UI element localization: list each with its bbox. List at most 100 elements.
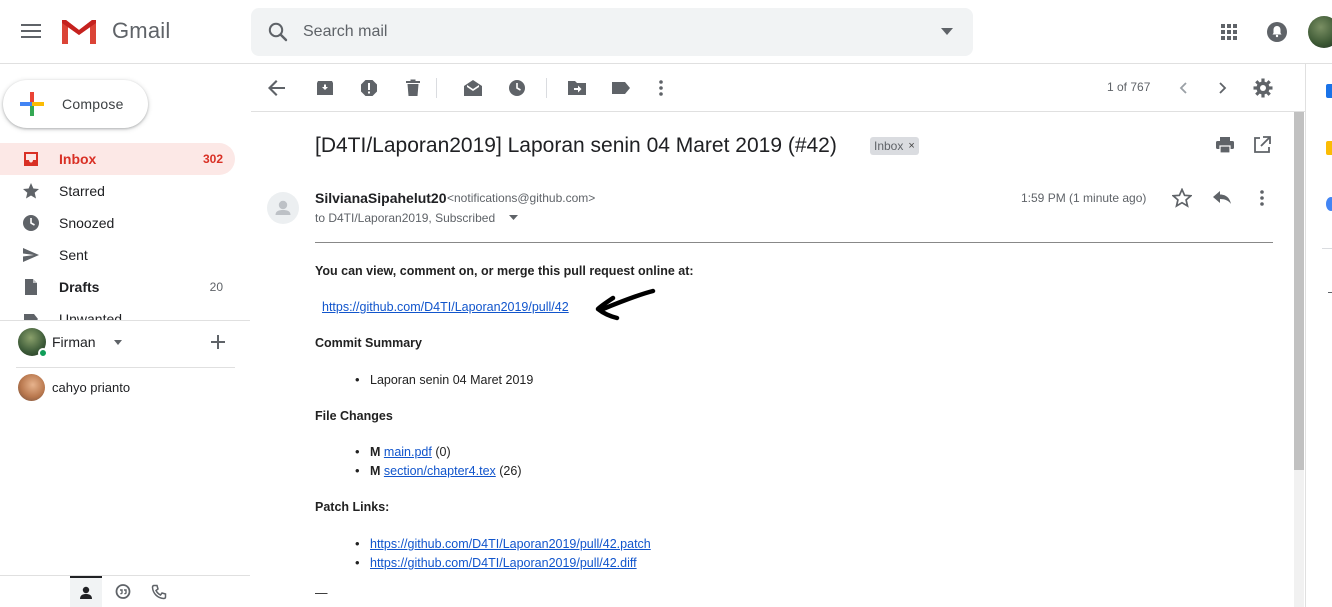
add-addon-icon[interactable] [1328,292,1332,293]
newer-button[interactable] [1171,76,1195,100]
nav-item-starred[interactable]: Starred [0,175,235,207]
message-divider [315,242,1273,243]
settings-button[interactable] [1251,76,1275,100]
print-button[interactable] [1215,136,1235,154]
tasks-icon[interactable] [1326,197,1332,211]
divider [1322,248,1332,249]
nav-label: Inbox [59,151,97,167]
side-panel [1305,64,1332,607]
account-avatar[interactable] [1308,16,1332,48]
app-name: Gmail [112,18,171,43]
reply-icon [1213,191,1231,204]
nav-item-inbox[interactable]: Inbox 302 [0,143,235,175]
move-to-folder-icon [568,81,586,95]
sender-name[interactable]: SilvianaSipahelut20 [315,190,447,206]
phone-tab[interactable] [143,576,175,607]
older-button[interactable] [1211,76,1235,100]
hamburger-menu-icon [21,24,41,38]
nav-item-snoozed[interactable]: Snoozed [0,207,235,239]
hangouts-user[interactable]: Firman [18,328,248,358]
gmail-logo[interactable]: Gmail [60,16,170,46]
draft-file-icon [25,279,37,295]
file-change-count: (26) [499,464,522,478]
mark-unread-mail-icon [464,80,482,96]
clock-icon [509,80,525,96]
nav-label: Sent [59,247,88,263]
conversations-tab[interactable] [107,576,139,607]
keep-icon[interactable] [1326,141,1332,155]
print-icon [1216,137,1234,154]
calendar-icon[interactable] [1326,84,1332,98]
contact-name: cahyo prianto [52,380,131,395]
show-details-chevron-down-icon[interactable] [509,215,518,220]
main-menu-button[interactable] [14,14,48,48]
nav-item-unwanted[interactable]: Unwanted [0,303,235,321]
message-view: 1 of 767 [D4TI/Laporan2019] Laporan seni… [251,64,1305,607]
archive-button[interactable] [313,76,337,100]
scrollbar-thumb[interactable] [1294,112,1304,470]
add-icon[interactable] [211,335,225,349]
chevron-left-icon [1179,82,1187,94]
report-spam-button[interactable] [357,76,381,100]
toolbar-divider [546,78,547,98]
notifications-button[interactable] [1265,19,1289,43]
compose-label: Compose [62,96,124,112]
file-link[interactable]: section/chapter4.tex [384,464,496,478]
nav-label: Starred [59,183,105,199]
more-actions-button[interactable] [649,76,673,100]
apps-button[interactable] [1216,19,1242,45]
labels-button[interactable] [609,76,633,100]
reply-button[interactable] [1212,188,1232,206]
person-icon [80,586,92,599]
compose-plus-icon [20,92,44,116]
snooze-button[interactable] [505,76,529,100]
apps-grid-icon [1221,24,1237,40]
search-bar [251,8,973,56]
search-input[interactable] [303,18,923,46]
pull-request-link[interactable]: https://github.com/D4TI/Laporan2019/pull… [322,300,569,314]
file-link[interactable]: main.pdf [384,445,432,459]
nav-item-sent[interactable]: Sent [0,239,235,271]
hangouts-user-name: Firman [52,334,96,350]
open-in-new-window-button[interactable] [1253,136,1271,154]
move-to-button[interactable] [565,76,589,100]
delete-button[interactable] [401,76,425,100]
message-more-button[interactable] [1252,188,1272,208]
mark-unread-button[interactable] [461,76,485,100]
star-outline-icon [1172,188,1192,208]
draft-count: 20 [209,280,223,294]
send-icon [23,248,39,262]
label-nav: Inbox 302 Starred Snoozed Sent Drafts 20… [0,143,250,321]
file-changes-heading: File Changes [315,409,393,423]
online-status-dot [38,348,48,358]
star-button[interactable] [1172,188,1192,208]
diff-link[interactable]: https://github.com/D4TI/Laporan2019/pull… [370,556,637,570]
patch-link[interactable]: https://github.com/D4TI/Laporan2019/pull… [370,537,651,551]
trash-icon [406,79,420,96]
back-button[interactable] [265,76,289,100]
contacts-tab[interactable] [70,576,102,607]
label-chip-text: Inbox [874,139,904,153]
nav-item-drafts[interactable]: Drafts 20 [0,271,235,303]
search-icon[interactable] [266,20,290,44]
gear-icon [1253,78,1273,98]
remove-label-button[interactable]: × [908,140,914,152]
sender-avatar[interactable] [267,192,299,224]
signature-separator: — [315,586,328,600]
notification-bell-icon [1267,22,1287,42]
top-bar: Gmail [0,0,1332,64]
patch-link-item: https://github.com/D4TI/Laporan2019/pull… [355,536,651,551]
contact-item[interactable]: cahyo prianto [18,374,238,402]
more-vert-icon [1260,190,1264,206]
email-subject: [D4TI/Laporan2019] Laporan senin 04 Mare… [315,134,837,157]
compose-button[interactable]: Compose [3,80,148,128]
search-options-chevron-down-icon[interactable] [941,28,953,35]
chevron-right-icon [1219,82,1227,94]
divider [0,320,250,321]
hangouts-bottom-bar [0,575,250,607]
nav-label: Snoozed [59,215,115,231]
chevron-down-icon[interactable] [114,340,122,345]
patch-links-heading: Patch Links: [315,500,390,514]
recipients-line: to D4TI/Laporan2019, Subscribed [315,211,496,225]
phone-icon [151,584,167,600]
